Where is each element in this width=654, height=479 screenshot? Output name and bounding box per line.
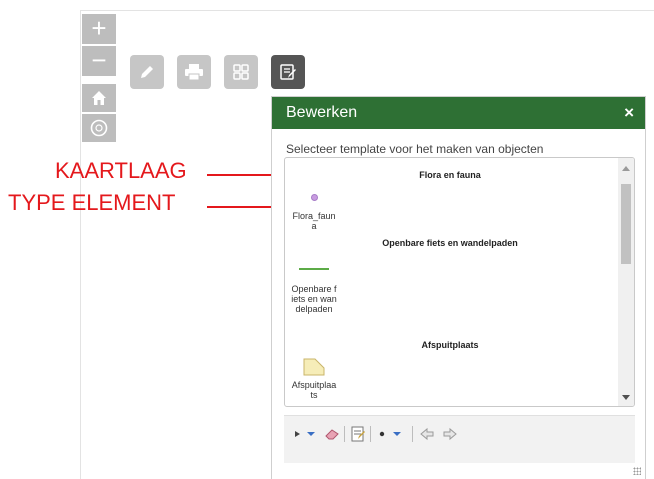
draw-point-tool[interactable]: [378, 426, 402, 442]
dropdown-icon[interactable]: [306, 429, 316, 439]
grid-icon: [233, 64, 249, 80]
print-tool-button[interactable]: [177, 55, 211, 89]
scroll-down-icon[interactable]: [622, 395, 630, 400]
template-picker: Flora en fauna Flora_fauna Openbare fiet…: [284, 157, 635, 407]
locate-icon: [90, 119, 108, 137]
toolbar-separator: [344, 426, 345, 442]
attributes-icon: [351, 426, 365, 442]
redo-button[interactable]: [442, 426, 458, 442]
select-arrow-icon: [295, 431, 300, 437]
template-label: Afspuitplaats: [291, 380, 337, 400]
dropdown-icon[interactable]: [392, 429, 402, 439]
layers-tool-button[interactable]: [224, 55, 258, 89]
polygon-symbol-icon: [303, 358, 325, 376]
home-button[interactable]: [82, 84, 116, 112]
undo-button[interactable]: [419, 426, 435, 442]
toolbar-separator: [412, 426, 413, 442]
home-icon: [92, 91, 106, 105]
edit-form-icon: [280, 64, 296, 80]
point-icon: [379, 431, 385, 437]
close-icon[interactable]: ×: [624, 103, 634, 123]
pencil-icon: [141, 66, 153, 78]
attributes-tool[interactable]: [350, 426, 366, 442]
annotation-type-element: TYPE ELEMENT: [8, 190, 176, 215]
eraser-icon: [325, 429, 339, 440]
undo-icon: [420, 427, 434, 441]
edit-toolbar: [284, 415, 635, 463]
redo-icon: [443, 427, 457, 441]
template-scrollbar[interactable]: [618, 158, 634, 406]
point-symbol-icon: [310, 194, 318, 201]
layer-title: Flora en fauna: [419, 170, 481, 180]
edit-panel: Bewerken × Selecteer template voor het m…: [271, 96, 646, 479]
resize-grip-icon[interactable]: [633, 467, 641, 475]
panel-title: Bewerken: [286, 104, 358, 121]
select-tool[interactable]: [294, 426, 316, 442]
scroll-up-icon[interactable]: [622, 166, 630, 171]
panel-subtitle: Selecteer template voor het maken van ob…: [286, 142, 544, 156]
edit-tool-button[interactable]: [271, 55, 305, 89]
template-item-flora-fauna[interactable]: Flora_fauna: [291, 194, 337, 231]
panel-header: Bewerken ×: [272, 97, 645, 129]
layer-title: Afspuitplaats: [421, 340, 479, 350]
annotation-kaartlaag: KAARTLAAG: [55, 158, 187, 183]
delete-tool[interactable]: [324, 426, 340, 442]
draw-tool-button[interactable]: [130, 55, 164, 89]
template-label: Flora_fauna: [292, 211, 336, 231]
template-label: Openbare fiets en wandelpaden: [291, 284, 337, 314]
toolbar-separator: [370, 426, 371, 442]
template-item-afspuitplaats[interactable]: Afspuitplaats: [291, 358, 337, 400]
zoom-in-button[interactable]: +: [82, 14, 116, 44]
locate-button[interactable]: [82, 114, 116, 142]
zoom-out-button[interactable]: −: [82, 46, 116, 76]
template-item-fietspaden[interactable]: Openbare fiets en wandelpaden: [291, 262, 337, 314]
print-icon: [185, 64, 203, 81]
layer-title: Openbare fiets en wandelpaden: [382, 238, 518, 248]
scroll-thumb[interactable]: [621, 184, 631, 264]
line-symbol-icon: [299, 268, 329, 270]
